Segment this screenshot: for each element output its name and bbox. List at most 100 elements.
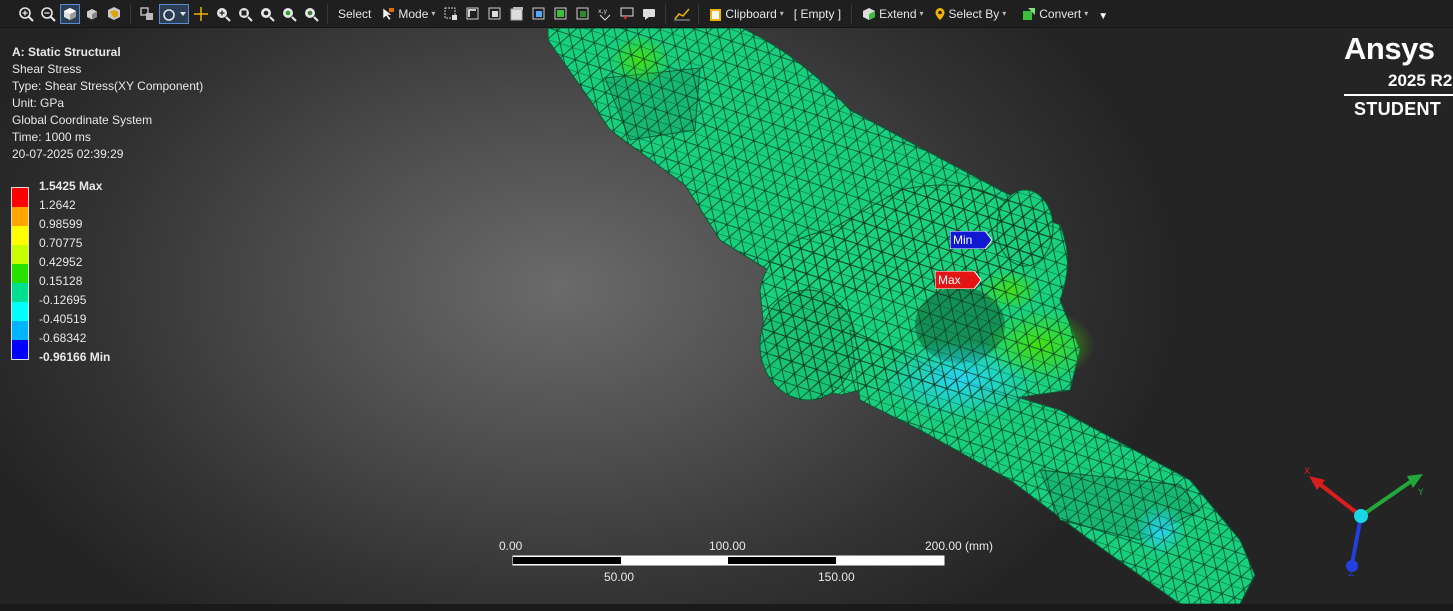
zoom-to-fit-icon[interactable] [16,4,36,24]
comment-icon[interactable] [639,4,659,24]
pan-icon[interactable] [191,4,211,24]
legend-swatch [12,207,28,226]
logo-brand: Ansys [1344,31,1435,66]
legend-swatch [12,226,28,245]
select-element-icon[interactable] [551,4,571,24]
mode-label: Mode [398,6,429,21]
select-by-dropdown[interactable]: Select By ▾ [930,3,1011,25]
select-button[interactable]: Select [334,3,375,25]
select-body-icon[interactable] [507,4,527,24]
legend-swatch [12,264,28,283]
chevron-down-icon: ▾ [919,9,924,18]
toolbar-separator [327,3,328,24]
graphics-viewport[interactable]: A: Static Structural Shear Stress Type: … [0,28,1453,604]
box-zoom-icon[interactable] [235,4,255,24]
select-mesh-icon[interactable] [617,4,637,24]
location-pin-icon [935,7,945,20]
result-time: Time: 1000 ms [12,130,91,144]
triad-x-axis [1315,480,1363,518]
extend-icon [863,7,876,20]
rotate-icon[interactable] [159,3,189,24]
render-style-icon[interactable] [104,4,124,24]
max-probe-text: Max [938,273,961,287]
legend-label: -0.68342 [39,331,87,345]
graphics-toolbar: Select Mode ▾ x,y Clipboard ▾ [ Empty ] Ex… [0,0,1453,28]
toolbar-separator [130,3,131,24]
convert-label: Convert [1039,6,1082,21]
coordinate-triad[interactable]: X Y Z [1295,436,1435,576]
triad-z-label: Z [1348,569,1354,576]
mesh-model[interactable] [0,28,1453,604]
wireframe-cube-icon[interactable] [82,4,102,24]
legend-label: 0.70775 [39,236,83,250]
select-element-face-icon[interactable] [529,4,549,24]
select-by-coordinate-icon[interactable]: x,y [595,4,615,24]
logo-edition: STUDENT [1354,99,1442,119]
legend-color-bar [11,187,29,360]
chevron-down-icon: ▾ [779,9,784,18]
convert-dropdown[interactable]: Convert ▾ [1018,3,1092,25]
toolbar-separator [665,3,667,24]
mode-dropdown[interactable]: Mode ▾ [377,3,439,25]
logo-version: 2025 R2 [1388,71,1453,90]
result-unit: Unit: GPa [12,96,65,110]
logo-divider [1344,94,1453,96]
result-name: Shear Stress [12,62,82,76]
status-bar [0,604,1453,611]
ansys-logo: Ansys 2025 R2 STUDENT [1344,31,1453,119]
triad-y-axis [1359,478,1415,518]
legend-max-label: 1.5425 Max [39,179,103,193]
legend-swatch [12,283,28,302]
overflow-chevron-icon: ▼ [1098,11,1109,22]
result-timestamp: 20-07-2025 02:39:29 [12,147,124,161]
triad-y-label: Y [1417,488,1424,498]
legend-swatch [12,188,28,207]
zoom-out-icon[interactable] [38,4,58,24]
clipboard-empty-label: [ Empty ] [793,6,842,21]
select-by-label: Select By [948,6,1000,21]
select-vertex-icon[interactable] [441,4,461,24]
zoom-icon[interactable] [213,4,233,24]
legend-label: 0.42952 [39,255,83,269]
legend-swatch [12,321,28,340]
select-face-icon[interactable] [485,4,505,24]
toolbar-separator [698,3,700,24]
legend-label: -0.12695 [39,293,87,307]
triad-origin [1354,509,1368,523]
legend-label: 1.2642 [39,198,76,212]
legend-label: -0.40519 [39,312,87,326]
chevron-down-icon: ▾ [431,9,436,18]
min-probe-label[interactable]: Min [950,231,992,249]
chart-icon[interactable] [672,4,692,24]
select-node-icon[interactable] [573,4,593,24]
analysis-title: A: Static Structural [12,45,121,59]
shaded-view-icon[interactable] [60,3,80,24]
svg-text:x,y: x,y [598,8,607,15]
magnifier-window-icon[interactable] [301,4,321,24]
fit-zoom-icon[interactable] [279,4,299,24]
extend-dropdown[interactable]: Extend ▾ [858,3,927,25]
toolbar-separator [851,3,853,24]
chevron-down-icon: ▾ [1002,9,1007,18]
result-info: A: Static Structural Shear Stress Type: … [12,44,203,163]
select-mode-icon[interactable] [137,4,157,24]
max-probe-label[interactable]: Max [935,271,981,289]
zoom-selection-icon[interactable] [257,4,277,24]
min-probe-text: Min [953,233,973,247]
triad-z-axis [1350,515,1363,565]
triad-x-label: X [1304,467,1310,477]
legend-swatch [12,302,28,321]
select-edge-icon[interactable] [463,4,483,24]
chevron-down-icon: ▾ [1084,9,1089,18]
clipboard-dropdown[interactable]: Clipboard ▾ [705,3,787,25]
extend-label: Extend [879,6,917,21]
legend-swatch [12,245,28,264]
clipboard-contents[interactable]: [ Empty ] [790,3,845,25]
clipboard-label: Clipboard [725,6,777,21]
result-type: Type: Shear Stress(XY Component) [12,79,204,93]
legend-min-label: -0.96166 Min [39,350,111,364]
convert-icon [1023,7,1036,20]
legend-swatch [12,340,28,359]
clipboard-icon [710,8,722,21]
toolbar-overflow-button[interactable]: ▼ [1094,3,1112,25]
